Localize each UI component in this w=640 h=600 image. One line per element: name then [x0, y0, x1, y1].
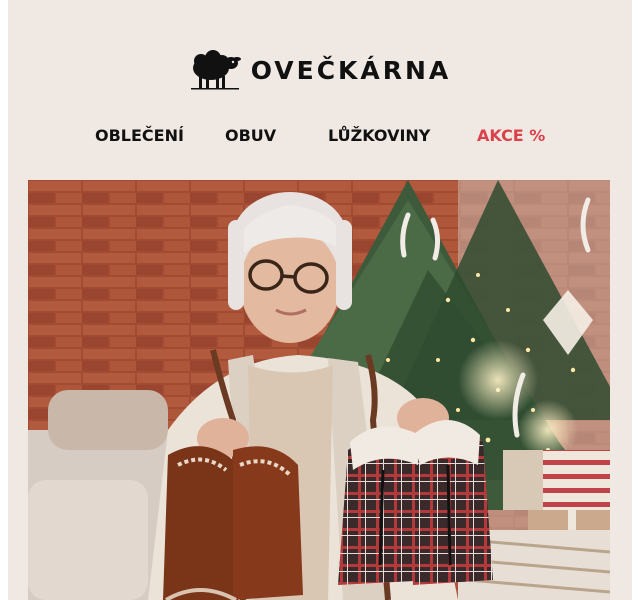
nav-item-obuv[interactable]: OBUV — [225, 126, 276, 145]
main-nav: OBLEČENÍ OBUV LŮŽKOVINY AKCE % — [8, 126, 632, 150]
sheep-logo-icon — [190, 50, 241, 90]
hero-photo — [28, 180, 610, 600]
brand-name: OVEČKÁRNA — [250, 55, 452, 85]
nav-item-luzkoviny[interactable]: LŮŽKOVINY — [328, 126, 430, 145]
nav-item-obleceni[interactable]: OBLEČENÍ — [95, 126, 184, 145]
hero-image[interactable] — [28, 180, 610, 600]
brand-logo[interactable]: OVEČKÁRNA — [8, 47, 632, 93]
email-frame: OVEČKÁRNA OBLEČENÍ OBUV LŮŽKOVINY AKCE % — [8, 0, 632, 600]
nav-item-akce[interactable]: AKCE % — [477, 126, 545, 145]
